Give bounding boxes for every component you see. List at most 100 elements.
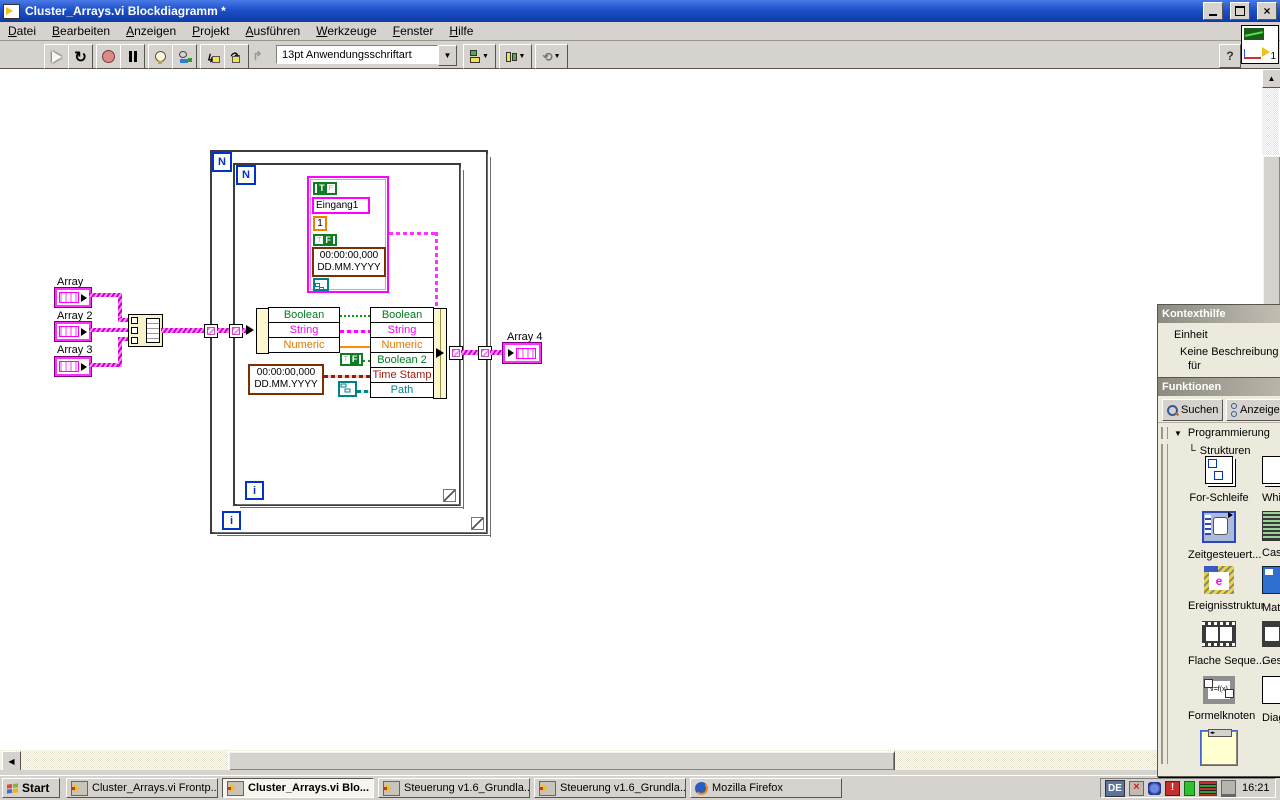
wire-cluster-constant-v[interactable]: [435, 232, 438, 308]
wire-array3-h2[interactable]: [118, 337, 128, 341]
scroll-left-button[interactable]: ◀: [2, 751, 21, 771]
window-titlebar[interactable]: Cluster_Arrays.vi Blockdiagramm * ×: [0, 0, 1280, 22]
horizontal-scroll-thumb[interactable]: [228, 751, 895, 771]
task-steuerung-1[interactable]: Steuerung v1.6_Grundla...: [378, 778, 530, 798]
array3-terminal[interactable]: [54, 356, 92, 377]
wire-array1-h2[interactable]: [118, 318, 128, 322]
menu-item-ausfuehren[interactable]: Ausführen: [238, 22, 309, 40]
wire-path[interactable]: [357, 390, 370, 393]
inner-loop-count-terminal[interactable]: N: [236, 165, 256, 185]
cluster-timestamp-constant[interactable]: 00:00:00,000 DD.MM.YYYY: [312, 247, 386, 277]
menu-item-anzeigen[interactable]: Anzeigen: [118, 22, 184, 40]
palette-item-while-loop[interactable]: While: [1262, 456, 1280, 504]
bundle-node[interactable]: Boolean String Numeric Boolean 2 Time St…: [370, 307, 434, 398]
wire-boolean[interactable]: [340, 315, 370, 317]
wire-out-2[interactable]: [490, 350, 503, 355]
menu-item-datei[interactable]: Datei: [0, 22, 44, 40]
inner-loop-left-tunnel[interactable]: [229, 324, 243, 338]
menu-item-bearbeiten[interactable]: Bearbeiten: [44, 22, 118, 40]
step-into-button[interactable]: ↳: [200, 44, 225, 69]
cluster-bool-true[interactable]: T F: [313, 182, 337, 195]
network-offline-icon[interactable]: ×: [1129, 780, 1144, 796]
distribute-objects-dropdown[interactable]: ▼: [499, 44, 532, 69]
cluster-constant[interactable]: T F Eingang1 1 T F 00:00:00,000 DD.MM.YY…: [307, 176, 389, 293]
functions-palette-window[interactable]: Funktionen Suchen Anzeige ▼ Programmieru…: [1157, 377, 1280, 777]
abort-button[interactable]: [96, 44, 121, 69]
messenger-icon[interactable]: [1148, 781, 1161, 795]
task-cluster-arrays-frontpanel[interactable]: Cluster_Arrays.vi Frontp...: [66, 778, 218, 798]
step-out-button[interactable]: ↱: [248, 44, 267, 67]
align-objects-dropdown[interactable]: ▼: [463, 44, 496, 69]
palette-item-mathscript[interactable]: MathS: [1262, 566, 1280, 614]
vi-icon[interactable]: 1: [1241, 25, 1279, 64]
wire-string[interactable]: [340, 330, 370, 333]
minimize-button[interactable]: [1203, 2, 1223, 20]
retain-wire-values-button[interactable]: [172, 44, 197, 69]
scroll-up-button[interactable]: ▲: [1262, 69, 1280, 88]
timestamp-constant[interactable]: 00:00:00,000 DD.MM.YYYY: [248, 364, 324, 395]
palette-item-for-loop[interactable]: For-Schleife: [1188, 456, 1250, 504]
cluster-bool-false[interactable]: T F: [313, 234, 337, 246]
palette-search-button[interactable]: Suchen: [1162, 399, 1224, 421]
task-steuerung-2[interactable]: Steuerung v1.6_Grundla...: [534, 778, 686, 798]
task-firefox[interactable]: Mozilla Firefox: [690, 778, 842, 798]
functions-palette-titlebar[interactable]: Funktionen: [1158, 378, 1280, 396]
palette-item-timed-structure[interactable]: Zeitgesteuert...: [1188, 511, 1261, 561]
wire-array3-v[interactable]: [118, 337, 122, 367]
bundle-row-boolean[interactable]: Boolean: [370, 307, 434, 323]
cluster-numeric-constant[interactable]: 1: [313, 216, 327, 231]
palette-category-row[interactable]: ▼ Programmierung: [1158, 423, 1280, 443]
outer-loop-left-tunnel[interactable]: [204, 324, 218, 338]
resize-objects-dropdown[interactable]: ⟲ ▼: [535, 44, 568, 69]
menu-item-hilfe[interactable]: Hilfe: [441, 22, 481, 40]
run-continuous-button[interactable]: ↻: [68, 44, 93, 69]
context-help-button[interactable]: ?: [1219, 44, 1241, 68]
menu-item-werkzeuge[interactable]: Werkzeuge: [308, 22, 384, 40]
array2-terminal[interactable]: [54, 321, 92, 342]
false-constant[interactable]: T F: [340, 353, 363, 366]
palette-item-diagram-disable[interactable]: Diagra: [1262, 676, 1280, 724]
unbundle-row-string[interactable]: String: [268, 322, 340, 338]
palette-item-formula-node[interactable]: v=f(x) Formelknoten: [1188, 676, 1255, 722]
wire-array2[interactable]: [89, 328, 128, 332]
array4-terminal[interactable]: [502, 342, 542, 364]
cluster-path-constant[interactable]: [313, 278, 329, 291]
outer-loop-count-terminal[interactable]: N: [212, 152, 232, 172]
language-indicator[interactable]: DE: [1105, 779, 1125, 797]
cluster-string-constant[interactable]: Eingang1: [312, 197, 370, 214]
unbundle-row-boolean[interactable]: Boolean: [268, 307, 340, 323]
font-selector[interactable]: 13pt Anwendungsschriftart: [276, 45, 438, 64]
display-icon[interactable]: [1221, 779, 1236, 797]
pause-button[interactable]: [120, 44, 145, 69]
wire-build-array-out[interactable]: [161, 328, 205, 333]
outer-loop-resize-handle[interactable]: [471, 517, 484, 530]
unbundle-row-numeric[interactable]: Numeric: [268, 337, 340, 353]
wire-timestamp[interactable]: [324, 375, 370, 378]
bundle-row-numeric[interactable]: Numeric: [370, 337, 434, 353]
menu-item-fenster[interactable]: Fenster: [385, 22, 442, 40]
bundle-row-path[interactable]: Path: [370, 382, 434, 398]
task-cluster-arrays-blockdiagramm[interactable]: Cluster_Arrays.vi Blo...: [222, 778, 374, 798]
menu-item-projekt[interactable]: Projekt: [184, 22, 237, 40]
palette-item-local-variable[interactable]: ◂▸: [1188, 729, 1250, 766]
network-activity-icon[interactable]: [1199, 780, 1217, 796]
palette-item-stacked-sequence[interactable]: Gesta: [1262, 621, 1280, 667]
context-help-window[interactable]: Kontexthilfe Einheit Keine Beschreibung …: [1157, 304, 1280, 380]
wire-out-1[interactable]: [461, 350, 478, 355]
volume-icon[interactable]: [1184, 780, 1195, 796]
collapse-triangle-icon[interactable]: ▼: [1174, 429, 1182, 438]
outer-loop-iteration-terminal[interactable]: i: [222, 511, 241, 530]
wire-boolean2[interactable]: [363, 360, 370, 362]
close-button[interactable]: ×: [1257, 2, 1277, 20]
font-selector-dropdown[interactable]: ▼: [438, 45, 457, 66]
build-array-node[interactable]: [128, 314, 163, 347]
array1-terminal[interactable]: [54, 287, 92, 308]
run-button[interactable]: [44, 44, 69, 69]
palette-view-button[interactable]: Anzeige: [1226, 399, 1280, 421]
wire-cluster-constant-h[interactable]: [389, 232, 438, 235]
restore-button[interactable]: [1230, 2, 1250, 20]
unbundle-node[interactable]: Boolean String Numeric: [268, 307, 340, 353]
wire-numeric[interactable]: [340, 346, 370, 348]
bundle-row-boolean2[interactable]: Boolean 2: [370, 352, 434, 368]
highlight-execution-button[interactable]: [148, 44, 173, 69]
